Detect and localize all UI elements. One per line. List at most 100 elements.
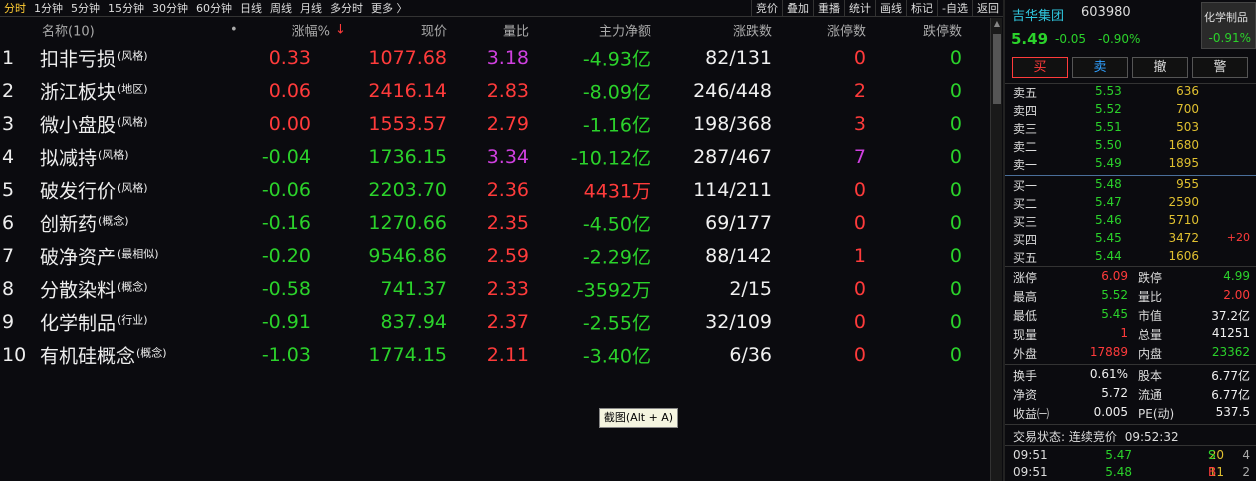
header-up-down[interactable]: 涨跌数	[733, 20, 772, 39]
vertical-scrollbar[interactable]: ▲	[990, 18, 1002, 481]
table-row[interactable]: 8 分散染料(概念) -0.58 741.37 2.33 -3592万 2/15 0 0	[0, 272, 990, 305]
sector-name[interactable]: 微小盘股(风格)	[40, 110, 148, 137]
row-index: 7	[2, 244, 15, 267]
sector-name[interactable]: 创新药(概念)	[40, 209, 129, 236]
header-name[interactable]: 名称(10)	[42, 20, 95, 39]
sector-name[interactable]: 破净资产(最相似)	[40, 242, 159, 269]
tool-button-2[interactable]: 重播	[813, 0, 844, 16]
up-down-cell: 287/467	[693, 145, 772, 168]
net-flow-cell: -4.93亿	[582, 48, 651, 70]
volume-ratio-cell: 3.18	[486, 46, 529, 69]
stat-value: 37.2亿	[1211, 309, 1250, 323]
tool-button-0[interactable]: 竞价	[751, 0, 782, 16]
price-cell: 1077.68	[368, 46, 447, 69]
trade-status-time: 09:52:32	[1124, 430, 1179, 444]
sector-name[interactable]: 破发行价(风格)	[40, 176, 148, 203]
sell-level-price: 5.51	[1095, 120, 1122, 134]
period-tab-1[interactable]: 1分钟	[30, 0, 67, 16]
sector-tag: (行业)	[117, 313, 148, 326]
stock-name[interactable]: 吉华集团	[1012, 5, 1064, 24]
sector-name[interactable]: 浙江板块(地区)	[40, 77, 148, 104]
sector-tag: (最相似)	[117, 247, 159, 260]
sector-name[interactable]: 化学制品(行业)	[40, 308, 148, 335]
sell-level-label: 卖四	[1013, 104, 1038, 118]
volume-ratio-cell: 3.34	[486, 145, 529, 168]
table-row[interactable]: 5 破发行价(风格) -0.06 2203.70 2.36 4431万 114/211 0 0	[0, 173, 990, 206]
period-tab-7[interactable]: 周线	[266, 0, 296, 16]
volume-ratio-cell: 2.36	[486, 178, 529, 201]
period-tab-6[interactable]: 日线	[236, 0, 266, 16]
period-tab-9[interactable]: 多分时	[326, 0, 367, 16]
sector-name-text: 分散染料	[40, 279, 117, 301]
divider	[1005, 424, 1256, 425]
price-change-pct: -0.90%	[1098, 32, 1141, 46]
header-net-flow[interactable]: 主力净额	[599, 20, 651, 39]
trade-status-label: 交易状态: 连续竞价	[1013, 430, 1117, 444]
up-down-cell: 32/109	[705, 310, 772, 333]
sector-name[interactable]: 分散染料(概念)	[40, 275, 148, 302]
scroll-thumb[interactable]	[993, 34, 1001, 104]
alert-button[interactable]: 警	[1192, 57, 1248, 78]
table-row[interactable]: 3 微小盘股(风格) 0.00 1553.57 2.79 -1.16亿 198/368 3 0	[0, 107, 990, 140]
table-row[interactable]: 10 有机硅概念(概念) -1.03 1774.15 2.11 -3.40亿 6/36 0 0	[0, 338, 990, 371]
buy-level: 买三 5.46 5710	[1005, 213, 1256, 231]
table-row[interactable]: 4 拟减持(风格) -0.04 1736.15 3.34 -10.12亿 287/467 7 0	[0, 140, 990, 173]
header-limit-up[interactable]: 涨停数	[827, 20, 866, 39]
scroll-up-arrow-icon[interactable]: ▲	[991, 18, 1003, 30]
stat-label: 股本	[1138, 369, 1163, 383]
sector-name[interactable]: 有机硅概念(概念)	[40, 341, 167, 368]
tool-button-4[interactable]: 画线	[875, 0, 906, 16]
period-tab-2[interactable]: 5分钟	[67, 0, 104, 16]
change-pct-cell: -0.58	[261, 277, 311, 300]
header-price[interactable]: 现价	[421, 20, 447, 39]
price-change: -0.05	[1055, 32, 1087, 46]
table-row[interactable]: 2 浙江板块(地区) 0.06 2416.14 2.83 -8.09亿 246/448 2 0	[0, 74, 990, 107]
header-volume-ratio[interactable]: 量比	[503, 20, 529, 39]
sell-button[interactable]: 卖	[1072, 57, 1128, 78]
header-change-pct[interactable]: 涨幅%	[292, 20, 330, 39]
limit-down-cell: 0	[949, 145, 962, 168]
cancel-order-button[interactable]: 撤	[1132, 57, 1188, 78]
price-cell: 1736.15	[368, 145, 447, 168]
table-row[interactable]: 6 创新药(概念) -0.16 1270.66 2.35 -4.50亿 69/177 0 0	[0, 206, 990, 239]
buy-button[interactable]: 买	[1012, 57, 1068, 78]
period-tab-3[interactable]: 15分钟	[104, 0, 148, 16]
volume-ratio-cell: 2.35	[486, 211, 529, 234]
sector-name[interactable]: 扣非亏损(风格)	[40, 44, 148, 71]
net-flow-cell: -3.40亿	[582, 345, 651, 367]
buy-level-label: 买五	[1013, 251, 1038, 265]
period-tab-8[interactable]: 月线	[296, 0, 326, 16]
buy-level-price: 5.47	[1095, 195, 1122, 209]
tool-button-1[interactable]: 叠加	[782, 0, 813, 16]
period-tab-4[interactable]: 30分钟	[148, 0, 192, 16]
up-down-cell: 114/211	[693, 178, 772, 201]
stat-label: 涨停	[1013, 271, 1038, 285]
header-limit-down[interactable]: 跌停数	[923, 20, 962, 39]
sell-level-volume: 700	[1176, 102, 1199, 116]
sell-level-price: 5.49	[1095, 156, 1122, 170]
tool-button-3[interactable]: 统计	[844, 0, 875, 16]
sector-tag: (概念)	[98, 214, 129, 227]
table-row[interactable]: 9 化学制品(行业) -0.91 837.94 2.37 -2.55亿 32/109 0 0	[0, 305, 990, 338]
sort-down-arrow-icon[interactable]: ↓	[335, 22, 346, 37]
period-tab-5[interactable]: 60分钟	[192, 0, 236, 16]
quote-panel: 吉华集团 603980 化学制品 -0.91% 5.49 -0.05 -0.90…	[1005, 0, 1256, 481]
stat-value: 23362	[1211, 345, 1250, 359]
row-index: 1	[2, 46, 15, 69]
period-tab-0[interactable]: 分时	[0, 0, 30, 16]
tool-button-7[interactable]: 返回	[972, 0, 1003, 16]
limit-up-cell: 7	[853, 145, 866, 168]
row-index: 9	[2, 310, 15, 333]
sector-name[interactable]: 拟减持(风格)	[40, 143, 129, 170]
period-tab-10[interactable]: 更多 〉	[367, 0, 412, 16]
table-row[interactable]: 1 扣非亏损(风格) 0.33 1077.68 3.18 -4.93亿 82/131 0 0	[0, 41, 990, 74]
volume-ratio-cell: 2.33	[486, 277, 529, 300]
sector-box[interactable]: 化学制品 -0.91%	[1201, 2, 1256, 49]
tool-button-5[interactable]: 标记	[906, 0, 937, 16]
up-down-cell: 246/448	[693, 79, 772, 102]
tool-button-6[interactable]: -自选	[937, 0, 972, 16]
up-down-cell: 82/131	[705, 46, 772, 69]
table-row[interactable]: 7 破净资产(最相似) -0.20 9546.86 2.59 -2.29亿 88/142 1 0	[0, 239, 990, 272]
buy-level-price: 5.44	[1095, 249, 1122, 263]
sector-tag: (概念)	[136, 346, 167, 359]
